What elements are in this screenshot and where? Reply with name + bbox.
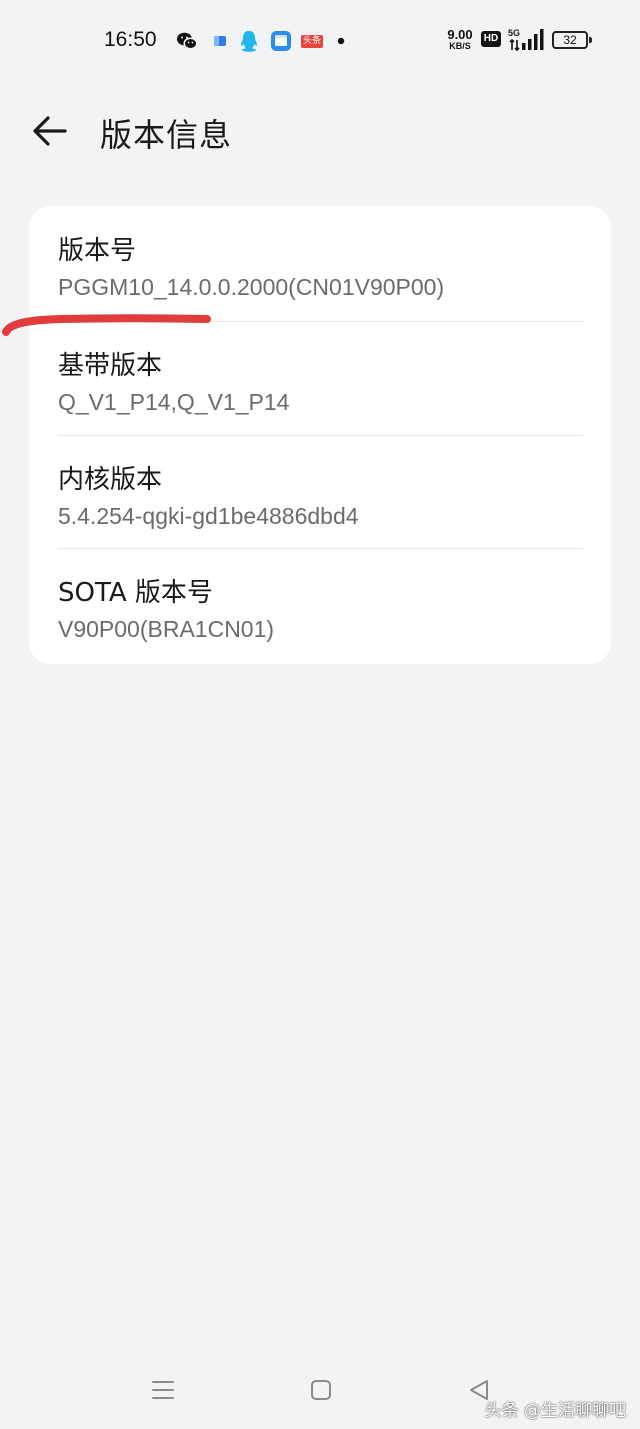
kernel-version-label: 内核版本 <box>58 465 163 495</box>
status-bar: 16:50 头条 9.00 KB/S HD 5G 32 <box>0 0 640 82</box>
network-speed-value: 9.00 <box>447 27 473 42</box>
calendar-app-icon <box>270 29 292 53</box>
sota-version-row[interactable]: SOTA 版本号 V90P00(BRA1CN01) <box>29 548 611 661</box>
version-number-label: 版本号 <box>58 236 137 266</box>
network-speed-unit: KB/S <box>449 41 471 51</box>
version-number-row[interactable]: 版本号 PGGM10_14.0.0.2000(CN01V90P00) <box>29 206 611 319</box>
toutiao-badge: 头条 <box>300 34 323 48</box>
qq-icon <box>238 29 260 53</box>
nav-menu-button[interactable] <box>146 1372 180 1408</box>
sota-version-label: SOTA 版本号 <box>58 578 213 608</box>
status-time: 16:50 <box>104 28 157 51</box>
watermark: 头条 @生活聊聊吧 <box>484 1401 626 1421</box>
battery-tip <box>589 37 592 43</box>
battery-icon: 32 <box>552 31 588 49</box>
sota-version-value: V90P00(BRA1CN01) <box>58 616 275 642</box>
version-number-value: PGGM10_14.0.0.2000(CN01V90P00) <box>58 274 445 300</box>
more-dot-icon <box>336 29 346 53</box>
signal-icon: 5G <box>508 28 544 52</box>
app-icon <box>210 29 230 53</box>
version-info-card: 版本号 PGGM10_14.0.0.2000(CN01V90P00) 基带版本 … <box>29 206 611 664</box>
red-underline-annotation <box>2 314 211 336</box>
baseband-version-value: Q_V1_P14,Q_V1_P14 <box>58 389 290 415</box>
kernel-version-value: 5.4.254-qgki-gd1be4886dbd4 <box>58 503 359 529</box>
wechat-icon <box>176 29 198 53</box>
hd-badge: HD <box>481 31 501 47</box>
page-title: 版本信息 <box>100 116 233 154</box>
nav-home-button[interactable] <box>306 1372 336 1408</box>
network-speed: 9.00 KB/S <box>444 28 476 51</box>
menu-icon <box>152 1381 174 1399</box>
arrow-left-icon <box>33 116 67 146</box>
baseband-version-label: 基带版本 <box>58 351 163 381</box>
toutiao-icon: 头条 <box>300 29 324 53</box>
kernel-version-row[interactable]: 内核版本 5.4.254-qgki-gd1be4886dbd4 <box>29 435 611 548</box>
back-button[interactable] <box>30 113 70 149</box>
home-icon <box>311 1380 331 1400</box>
battery-level: 32 <box>563 33 577 47</box>
